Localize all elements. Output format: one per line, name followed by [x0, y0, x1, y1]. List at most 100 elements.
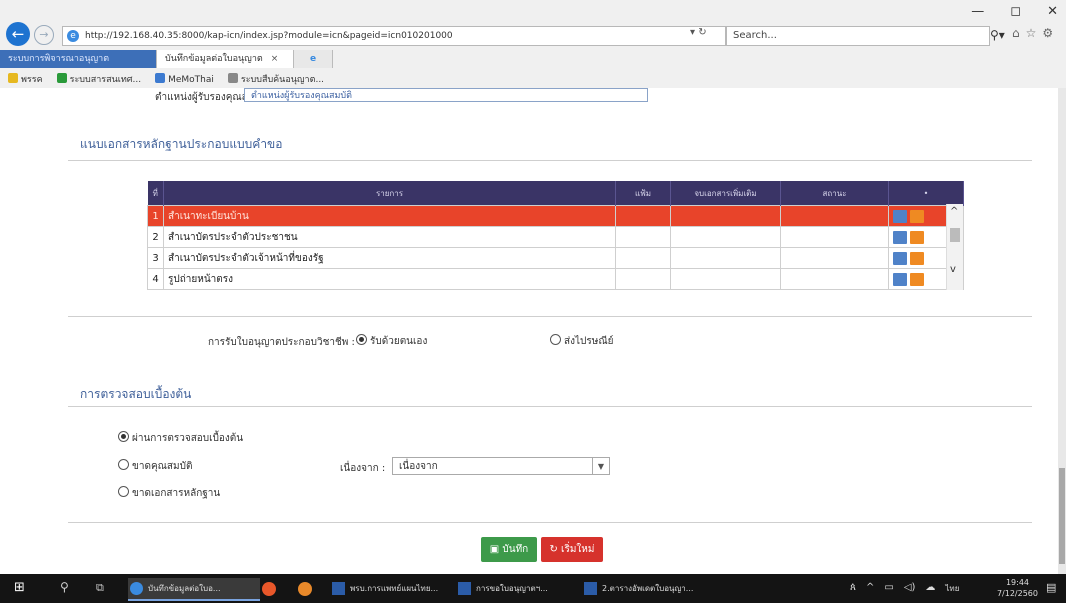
save-icon: ▣	[489, 544, 503, 555]
view-document-icon[interactable]	[893, 230, 907, 244]
firefox-icon[interactable]	[298, 582, 312, 596]
favorites-bar: พรรค ระบบสารสนเทศ... MeMoThai ระบบสืบค้น…	[0, 70, 1066, 87]
taskbar-item-word-2[interactable]: การขอใบอนุญาตฯ...	[456, 578, 588, 599]
favorite-link-4[interactable]: ระบบสืบค้นอนุญาต...	[227, 72, 324, 86]
edit-document-icon[interactable]	[910, 209, 924, 223]
row-extra	[670, 205, 781, 227]
row-number: 2	[147, 226, 164, 248]
toolbar-icons: ⌂ ☆ ⚙	[1012, 26, 1053, 40]
ie-icon	[130, 582, 143, 595]
close-button[interactable]: ✕	[1047, 4, 1058, 19]
row-item: สำเนาทะเบียนบ้าน	[163, 205, 616, 227]
row-number: 4	[147, 268, 164, 290]
scroll-down-icon[interactable]: v	[950, 264, 956, 275]
table-row[interactable]: 2 สำเนาบัตรประจำตัวประชาชน	[147, 226, 964, 248]
refresh-icon: ↻	[549, 544, 562, 555]
task-view-icon[interactable]: ⧉	[96, 581, 110, 595]
row-number: 3	[147, 247, 164, 269]
forward-button[interactable]: →	[34, 25, 54, 45]
minimize-button[interactable]: —	[971, 4, 984, 19]
favorite-link-3[interactable]: MeMoThai	[155, 72, 214, 85]
clock[interactable]: 19:44 7/12/2560	[997, 577, 1038, 599]
save-button[interactable]: ▣ บันทึก	[481, 537, 537, 562]
view-document-icon[interactable]	[893, 209, 907, 223]
url-text: http://192.168.40.35:8000/kap-icn/index.…	[85, 31, 453, 41]
check-section-title: การตรวจสอบเบื้องต้น	[80, 387, 192, 401]
search-icon[interactable]: ⚲▾	[990, 28, 1005, 42]
radio-unchecked-icon	[118, 486, 129, 497]
back-button[interactable]: ←	[6, 22, 30, 46]
favorite-link-1[interactable]: พรรค	[8, 72, 43, 86]
documents-table: ที่ รายการ แฟ้ม จบเอกสารเพิ่มเติม สถานะ …	[147, 181, 964, 290]
table-row[interactable]: 3 สำเนาบัตรประจำตัวเจ้าหน้าที่ของรัฐ	[147, 247, 964, 269]
table-scrollbar[interactable]: ^ v	[946, 204, 963, 290]
edit-document-icon[interactable]	[910, 272, 924, 286]
windows-start-icon[interactable]: ⊞	[14, 580, 28, 595]
taskbar-item-word-1[interactable]: พรบ.การแพทย์แผนไทย...	[330, 578, 462, 599]
table-row[interactable]: 1 สำเนาทะเบียนบ้าน	[147, 205, 964, 227]
radio-unchecked-icon	[118, 459, 129, 470]
favorite-link-2[interactable]: ระบบสารสนเทศ...	[56, 72, 141, 86]
row-extra	[670, 247, 781, 269]
table-row[interactable]: 4 รูปถ่ายหน้าตรง	[147, 268, 964, 290]
close-tab-icon[interactable]: ×	[271, 54, 279, 64]
delivery-post-radio[interactable]: ส่งไปรษณีย์	[550, 334, 613, 349]
row-file	[615, 268, 671, 290]
search-icon[interactable]: ⚲	[60, 580, 74, 594]
taskbar-item-ie[interactable]: บันทึกข้อมูลต่อใบอ...	[128, 578, 260, 601]
edit-document-icon[interactable]	[910, 251, 924, 265]
divider	[68, 160, 1032, 161]
col-item-header: รายการ	[163, 181, 616, 206]
row-extra	[670, 226, 781, 248]
maximize-button[interactable]: ◻	[1010, 4, 1021, 19]
table-scroll-thumb[interactable]	[950, 228, 960, 242]
row-file	[615, 226, 671, 248]
language-indicator[interactable]: ไทย	[945, 582, 959, 595]
refresh-icon[interactable]: ▾ ↻	[690, 27, 707, 38]
col-action-header: •	[888, 181, 964, 206]
notifications-icon[interactable]: ▤	[1046, 581, 1060, 595]
taskbar: ⊞ ⚲ ⧉ บันทึกข้อมูลต่อใบอ... พรบ.การแพทย์…	[0, 574, 1066, 603]
page-scroll-thumb[interactable]	[1059, 468, 1065, 564]
tab-active[interactable]: บันทึกข้อมูลต่อใบอนุญาต ×	[157, 50, 294, 68]
reason-label: เนื่องจาก :	[340, 463, 386, 474]
edit-document-icon[interactable]	[910, 230, 924, 244]
home-icon[interactable]: ⌂	[1012, 26, 1020, 40]
col-no-header: ที่	[147, 181, 164, 206]
check-missing-docs-radio[interactable]: ขาดเอกสารหลักฐาน	[118, 486, 220, 501]
taskbar-item-word-3[interactable]: 2.ตารางอัพเดตใบอนุญา...	[582, 578, 724, 599]
chrome-icon[interactable]	[262, 582, 276, 596]
divider	[68, 316, 1032, 317]
favorites-star-icon[interactable]: ☆	[1026, 26, 1037, 40]
onedrive-icon[interactable]: ☁	[925, 582, 935, 595]
certifier-position-input[interactable]: ตำแหน่งผู้รับรองคุณสมบัติ	[244, 88, 648, 102]
volume-icon[interactable]: ◁)	[904, 582, 916, 595]
delivery-label: การรับใบอนุญาตประกอบวิชาชีพ :	[208, 337, 355, 348]
reason-select[interactable]: เนื่องจาก ▼	[392, 457, 610, 475]
delivery-self-radio[interactable]: รับด้วยตนเอง	[356, 334, 427, 349]
search-input[interactable]: Search...	[726, 26, 990, 46]
row-status	[780, 226, 889, 248]
scroll-up-icon[interactable]: ^	[950, 206, 958, 217]
word-icon	[332, 582, 345, 595]
radio-unchecked-icon	[550, 334, 561, 345]
check-unqualified-radio[interactable]: ขาดคุณสมบัติ	[118, 459, 192, 474]
tray-expand-icon[interactable]: ^	[866, 582, 874, 595]
settings-gear-icon[interactable]: ⚙	[1042, 26, 1053, 40]
row-status	[780, 205, 889, 227]
reset-button[interactable]: ↻ เริ่มใหม่	[541, 537, 603, 562]
ie-page-icon: e	[67, 30, 79, 42]
view-document-icon[interactable]	[893, 272, 907, 286]
check-pass-radio[interactable]: ผ่านการตรวจสอบเบื้องต้น	[118, 431, 243, 446]
row-status	[780, 268, 889, 290]
table-header-row: ที่ รายการ แฟ้ม จบเอกสารเพิ่มเติม สถานะ …	[147, 181, 964, 206]
row-item: สำเนาบัตรประจำตัวประชาชน	[163, 226, 616, 248]
address-bar[interactable]: e http://192.168.40.35:8000/kap-icn/inde…	[62, 26, 726, 46]
view-document-icon[interactable]	[893, 251, 907, 265]
network-icon[interactable]: ▭	[884, 582, 893, 595]
tab-inactive[interactable]: ระบบการพิจารณาอนุญาต	[0, 50, 157, 68]
new-tab-icon[interactable]: e	[294, 50, 333, 68]
people-icon[interactable]: ጰ	[850, 582, 856, 595]
row-extra	[670, 268, 781, 290]
row-file	[615, 205, 671, 227]
